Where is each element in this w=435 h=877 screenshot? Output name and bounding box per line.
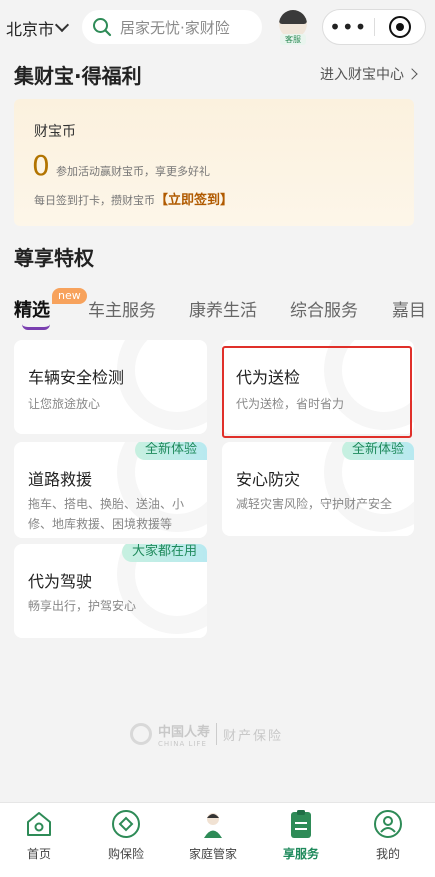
target-icon: [388, 16, 411, 38]
card-desc: 畅享出行，护驾安心: [28, 599, 137, 613]
nav-home[interactable]: 首页: [9, 809, 69, 862]
close-miniprogram-button[interactable]: [374, 16, 425, 38]
highlight-box: [222, 346, 412, 438]
card-title: 安心防灾: [236, 470, 301, 489]
miniprogram-capsule: •••: [322, 9, 426, 45]
customer-service-button[interactable]: 客服: [278, 10, 308, 45]
user-icon: [373, 809, 403, 839]
logo-sub: 财产保险: [223, 728, 284, 744]
new-badge: new: [52, 288, 87, 304]
logo-mark-icon: [130, 723, 152, 745]
china-life-logo: 中国人寿 CHINA LIFE 财产保险: [130, 720, 283, 748]
assistant-avatar-icon: [198, 809, 228, 839]
coin-label: 财宝币: [34, 124, 76, 140]
logo-cn: 中国人寿: [158, 724, 211, 740]
card-ribbon: 全新体验: [341, 442, 414, 460]
home-icon: [24, 809, 54, 839]
nav-label: 享服务: [282, 847, 319, 861]
sign-in-row: 每日签到打卡，攒财宝币【立即签到】: [34, 189, 233, 208]
card-desc: 让您旅途放心: [28, 397, 101, 411]
search-bar[interactable]: 居家无忧·家财险: [82, 10, 262, 44]
clipboard-icon: [286, 809, 316, 839]
logo-divider: [216, 723, 218, 745]
city-label: 北京市: [6, 20, 55, 39]
card-desc: 拖车、搭电、换胎、送油、小修、地库救援、困境救援等: [28, 497, 185, 531]
card-title: 道路救援: [28, 470, 93, 489]
nav-label: 家庭管家: [188, 847, 237, 861]
service-card-disaster-prevention[interactable]: 全新体验 安心防灾 减轻灾害风险，守护财产安全: [222, 442, 414, 536]
chevron-right-icon: [406, 68, 418, 80]
tab-health[interactable]: 康养生活: [189, 296, 257, 321]
coin-card: 财宝币 0 参加活动赢财宝币，享更多好礼 每日签到打卡，攒财宝币【立即签到】: [14, 99, 414, 226]
nav-family-butler[interactable]: 家庭管家: [183, 809, 243, 862]
more-icon[interactable]: •••: [323, 17, 374, 37]
card-desc: 减轻灾害风险，守护财产安全: [236, 497, 393, 511]
nav-mine[interactable]: 我的: [358, 809, 418, 862]
nav-enjoy-service[interactable]: 享服务: [271, 809, 331, 862]
tab-featured[interactable]: 精选: [14, 296, 50, 322]
treasure-center-link-label: 进入财宝中心: [320, 67, 404, 83]
sign-in-text: 每日签到打卡，攒财宝币: [34, 194, 155, 207]
search-placeholder: 居家无忧·家财险: [120, 18, 230, 37]
card-title: 代为驾驶: [28, 572, 93, 591]
nav-label: 首页: [26, 847, 51, 861]
coin-value: 0: [32, 149, 50, 182]
diamond-icon: [111, 809, 141, 839]
chevron-down-icon: [54, 17, 70, 33]
section-title-privilege: 尊享特权: [14, 246, 94, 270]
search-icon: [93, 18, 112, 37]
service-card-road-rescue[interactable]: 全新体验 道路救援 拖车、搭电、换胎、送油、小修、地库救援、困境救援等: [14, 442, 207, 538]
sign-in-button[interactable]: 【立即签到】: [155, 193, 233, 208]
logo-en: CHINA LIFE: [158, 739, 207, 748]
service-card-designated-driving[interactable]: 大家都在用 代为驾驶 畅享出行，护驾安心: [14, 544, 207, 638]
tab-active-indicator: [22, 324, 50, 330]
tab-car-owner[interactable]: 车主服务: [88, 296, 156, 321]
nav-label: 我的: [375, 847, 400, 861]
section-title-treasure: 集财宝·得福利: [14, 64, 142, 88]
treasure-center-link[interactable]: 进入财宝中心: [320, 64, 418, 84]
card-ribbon: 大家都在用: [121, 544, 207, 562]
nav-buy-insurance[interactable]: 购保险: [96, 809, 156, 862]
bottom-nav: 首页 购保险 家庭管家 享服务 我的: [0, 802, 435, 877]
coin-description: 参加活动赢财宝币，享更多好礼: [56, 165, 210, 178]
card-decoration: [117, 340, 207, 430]
nav-label: 购保险: [107, 847, 144, 861]
tab-general[interactable]: 综合服务: [290, 296, 358, 321]
tab-more[interactable]: 嘉目: [392, 296, 426, 321]
city-selector[interactable]: 北京市: [6, 16, 70, 40]
service-tag: 客服: [280, 34, 306, 45]
card-title: 车辆安全检测: [28, 368, 125, 387]
service-card-vehicle-check[interactable]: 车辆安全检测 让您旅途放心: [14, 340, 207, 434]
top-bar: 北京市 居家无忧·家财险 客服 •••: [0, 0, 435, 56]
card-ribbon: 全新体验: [134, 442, 207, 460]
